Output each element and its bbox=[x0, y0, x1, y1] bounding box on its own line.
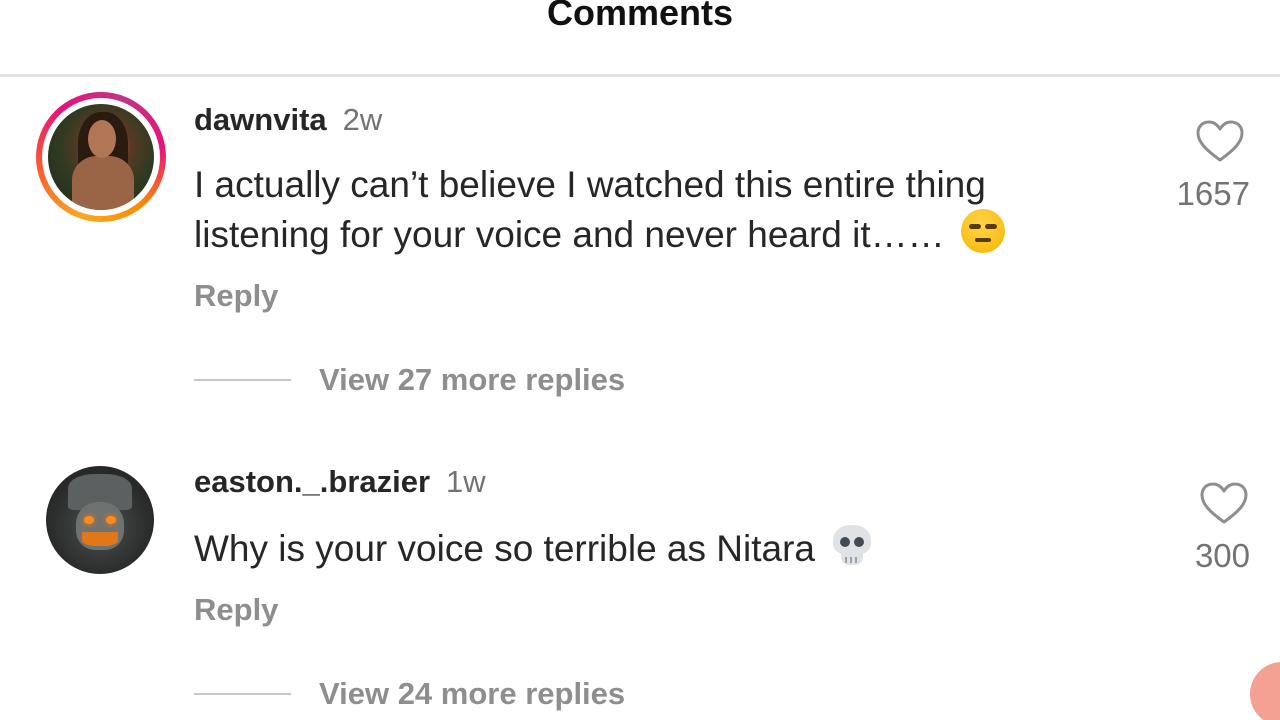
username[interactable]: easton._.brazier bbox=[194, 464, 430, 499]
timestamp: 1w bbox=[446, 464, 486, 499]
avatar-photo-eye bbox=[106, 516, 116, 524]
page-title: Comments bbox=[546, 0, 734, 33]
avatar-photo-body bbox=[72, 156, 134, 210]
like-count: 300 bbox=[1194, 537, 1250, 574]
comment-text: Why is your voice so terrible as Nitara bbox=[194, 524, 1114, 573]
header-divider bbox=[0, 74, 1280, 77]
reply-button[interactable]: Reply bbox=[194, 592, 278, 628]
avatar[interactable] bbox=[36, 458, 166, 588]
avatar-photo bbox=[48, 104, 154, 210]
avatar-photo bbox=[46, 466, 154, 574]
like-column: 300 bbox=[1110, 482, 1250, 576]
avatar-photo-eye bbox=[84, 516, 94, 524]
replies-line-divider bbox=[194, 379, 291, 381]
skull-emoji bbox=[831, 525, 873, 567]
heart-outline-icon[interactable] bbox=[1200, 482, 1248, 526]
replies-line-divider bbox=[194, 693, 291, 695]
like-column: 1657 bbox=[1110, 120, 1250, 214]
comment-meta: easton._.brazier 1w bbox=[194, 464, 486, 500]
floating-action-button[interactable] bbox=[1250, 662, 1280, 720]
unamused-face-emoji-mouth bbox=[974, 238, 991, 242]
username[interactable]: dawnvita bbox=[194, 102, 327, 137]
skull-emoji-teeth bbox=[845, 557, 860, 563]
like-count: 1657 bbox=[1176, 175, 1250, 212]
timestamp: 2w bbox=[342, 102, 383, 137]
comment-body: Why is your voice so terrible as Nitara bbox=[194, 528, 815, 569]
avatar-photo-face bbox=[88, 120, 116, 158]
avatar[interactable] bbox=[36, 92, 166, 222]
view-replies-label: View 24 more replies bbox=[319, 676, 626, 711]
comments-screen: Comments dawnvita 2w I actually can’t bel… bbox=[0, 0, 1280, 720]
heart-outline-icon[interactable] bbox=[1196, 120, 1244, 164]
reply-button[interactable]: Reply bbox=[194, 278, 278, 314]
avatar-photo-jaw bbox=[82, 532, 118, 546]
comment-meta: dawnvita 2w bbox=[194, 102, 382, 138]
comment-body: I actually can’t believe I watched this … bbox=[194, 164, 986, 255]
comment-text: I actually can’t believe I watched this … bbox=[194, 160, 1114, 259]
comments-header: Comments bbox=[0, 0, 1280, 77]
view-replies-label: View 27 more replies bbox=[319, 362, 626, 397]
unamused-face-emoji bbox=[960, 209, 1005, 253]
